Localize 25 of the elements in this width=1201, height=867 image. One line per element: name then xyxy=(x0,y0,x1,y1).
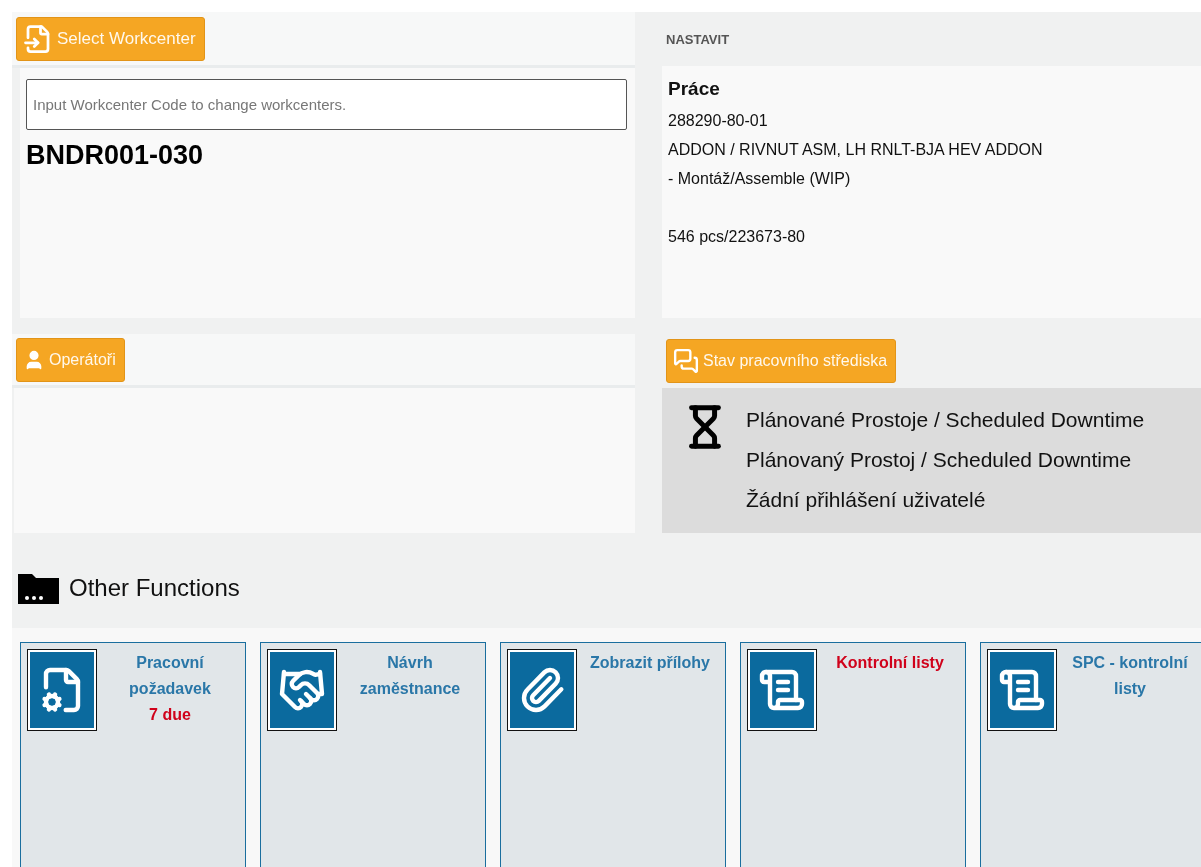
workcenter-code-field[interactable]: Input Workcenter Code to change workcenters. xyxy=(26,79,627,130)
tile-title: Zobrazit přílohy xyxy=(589,653,711,673)
work-detail: 288290-80-01 xyxy=(668,111,769,131)
work-detail: - Montáž/Assemble (WIP) xyxy=(668,169,852,189)
status-line: Plánované Prostoje / Scheduled Downtime xyxy=(746,407,1145,433)
tile-title: Pracovní požadavek xyxy=(128,653,212,699)
tile-title: Kontrolní listy xyxy=(835,653,945,673)
function-tile[interactable]: Kontrolní listy xyxy=(740,642,966,867)
work-detail: ADDON / RIVNUT ASM, LH RNLT-BJA HEV ADDON xyxy=(668,140,1044,160)
section-title: Other Functions xyxy=(69,574,240,602)
tile-title: Návrh zaměstnance xyxy=(358,653,462,699)
workcenter-code: BNDR001-030 xyxy=(26,140,205,171)
due-count: 7 due xyxy=(148,705,192,725)
tile-title: SPC - kontrolní listy xyxy=(1071,653,1189,699)
status-line: Žádní přihlášení uživatelé xyxy=(746,487,987,513)
chat-bubbles-icon xyxy=(673,348,699,374)
function-tile[interactable]: SPC - kontrolní listy xyxy=(980,642,1201,867)
function-tile[interactable]: Pracovní požadavek 7 due xyxy=(20,642,246,867)
function-tile[interactable]: Návrh zaměstnance xyxy=(260,642,486,867)
folder-icon xyxy=(17,571,61,605)
function-tile[interactable]: Zobrazit přílohy xyxy=(500,642,726,867)
section-heading: NASTAVIT xyxy=(665,31,730,47)
status-line: Plánovaný Prostoj / Scheduled Downtime xyxy=(746,447,1133,473)
work-quantity: 546 pcs/223673-80 xyxy=(668,227,806,247)
work-title: Práce xyxy=(668,78,721,100)
